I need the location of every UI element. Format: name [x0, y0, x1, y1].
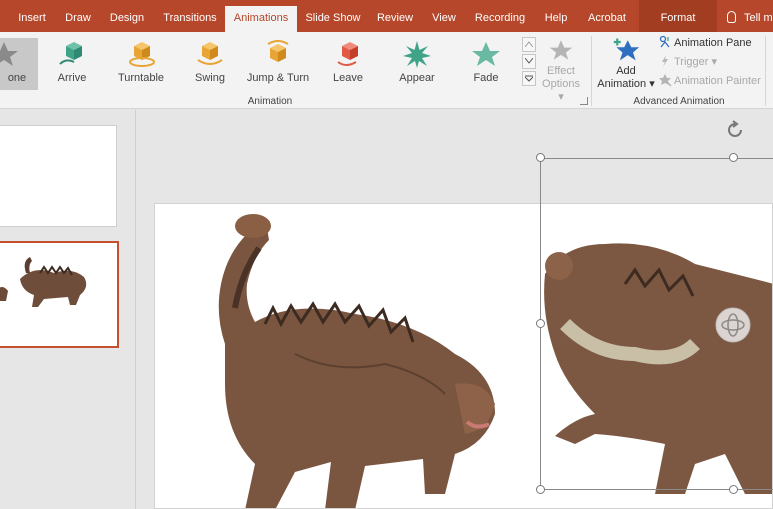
tab-draw[interactable]: Draw: [60, 0, 96, 32]
tell-me-label: Tell m: [744, 12, 773, 24]
jump-turn-icon: [267, 40, 289, 62]
ribbon-animations: one Arrive Turntable Swing Jump & Turn L…: [0, 32, 773, 109]
tab-design[interactable]: Design: [104, 0, 150, 32]
animation-turntable-label: Turntable: [117, 72, 165, 84]
gallery-scroll-down-button[interactable]: [522, 54, 536, 69]
resize-handle-bottom[interactable]: [729, 485, 738, 494]
ribbon-tab-bar: Insert Draw Design Transitions Animation…: [0, 0, 773, 32]
tab-format[interactable]: Format: [639, 0, 717, 32]
tab-help[interactable]: Help: [538, 0, 574, 32]
add-animation-star-icon: [613, 38, 640, 61]
add-animation-button[interactable]: Add Animation ▾: [597, 36, 655, 91]
animation-turntable[interactable]: Turntable: [107, 38, 175, 90]
resize-handle-left[interactable]: [536, 319, 545, 328]
arrive-icon: [59, 42, 82, 65]
rotate-icon[interactable]: [724, 119, 746, 141]
lightbulb-icon: [727, 11, 736, 23]
leave-icon: [337, 42, 358, 66]
fade-icon: [472, 42, 500, 66]
trigger-label: Trigger ▾: [674, 56, 718, 68]
animation-fade-label: Fade: [473, 72, 499, 84]
animation-swing[interactable]: Swing: [176, 38, 244, 90]
appear-icon: [403, 41, 431, 68]
animation-painter-label: Animation Painter: [674, 75, 761, 87]
animation-swing-label: Swing: [195, 72, 225, 84]
effect-options-label-line2: Options ▾: [542, 78, 580, 103]
animation-appear[interactable]: Appear: [383, 38, 451, 90]
effect-options-label-line1: Effect: [547, 65, 575, 77]
3d-rotate-icon[interactable]: [714, 306, 752, 344]
slide-thumbnail-2[interactable]: [0, 241, 119, 348]
swing-icon: [197, 42, 223, 65]
animation-painter-button[interactable]: Animation Painter: [658, 72, 761, 90]
slide-thumbnail-1[interactable]: [0, 125, 117, 227]
tab-acrobat[interactable]: Acrobat: [582, 0, 632, 32]
animation-painter-icon: [659, 74, 672, 87]
resize-handle-top-left[interactable]: [536, 153, 545, 162]
tab-insert[interactable]: Insert: [10, 0, 54, 32]
animation-none-label: one: [7, 72, 27, 84]
gallery-scroll-up-button[interactable]: [522, 37, 536, 52]
animation-arrive-label: Arrive: [57, 72, 87, 84]
tab-animations[interactable]: Animations: [225, 6, 297, 32]
advanced-animation-group-label: Advanced Animation: [633, 96, 725, 107]
star-icon: [0, 42, 18, 66]
turntable-icon: [129, 42, 155, 67]
tab-recording[interactable]: Recording: [472, 0, 528, 32]
resize-handle-top[interactable]: [729, 153, 738, 162]
tab-review[interactable]: Review: [372, 0, 418, 32]
tab-transitions[interactable]: Transitions: [158, 0, 222, 32]
animation-none[interactable]: one: [0, 38, 38, 90]
animation-leave[interactable]: Leave: [314, 38, 382, 90]
effect-options-button[interactable]: Effect Options ▾: [538, 38, 584, 104]
group-separator: [765, 36, 766, 106]
animation-pane-label: Animation Pane: [674, 37, 752, 49]
slide-thumbnails-pane: [0, 110, 136, 509]
more-dropdown-icon: [525, 75, 533, 82]
tab-view[interactable]: View: [426, 0, 462, 32]
dinosaur-thumbnail-image: [0, 257, 87, 307]
animation-pane-icon: [659, 35, 670, 48]
tab-slide-show[interactable]: Slide Show: [303, 0, 363, 32]
group-separator: [591, 36, 592, 106]
chevron-up-icon: [525, 41, 533, 47]
resize-handle-bottom-left[interactable]: [536, 485, 545, 494]
chevron-down-icon: [525, 58, 533, 64]
animation-jump-turn[interactable]: Jump & Turn: [245, 38, 311, 90]
animation-pane-button[interactable]: Animation Pane: [658, 34, 752, 52]
animation-group-label: Animation: [247, 96, 293, 107]
trigger-button[interactable]: Trigger ▾: [658, 53, 717, 71]
animation-leave-label: Leave: [333, 72, 363, 84]
add-animation-label-line1: Add: [616, 65, 636, 77]
animation-arrive[interactable]: Arrive: [38, 38, 106, 90]
star-icon: [549, 40, 573, 60]
animation-fade[interactable]: Fade: [452, 38, 520, 90]
tell-me-search[interactable]: Tell m: [727, 0, 773, 32]
animation-dialog-launcher[interactable]: [580, 97, 588, 105]
animation-jump-turn-label: Jump & Turn: [246, 72, 310, 84]
animation-appear-label: Appear: [399, 72, 435, 84]
gallery-more-button[interactable]: [522, 71, 536, 86]
add-animation-label-line2: Animation ▾: [597, 78, 655, 90]
lightning-icon: [662, 55, 668, 67]
